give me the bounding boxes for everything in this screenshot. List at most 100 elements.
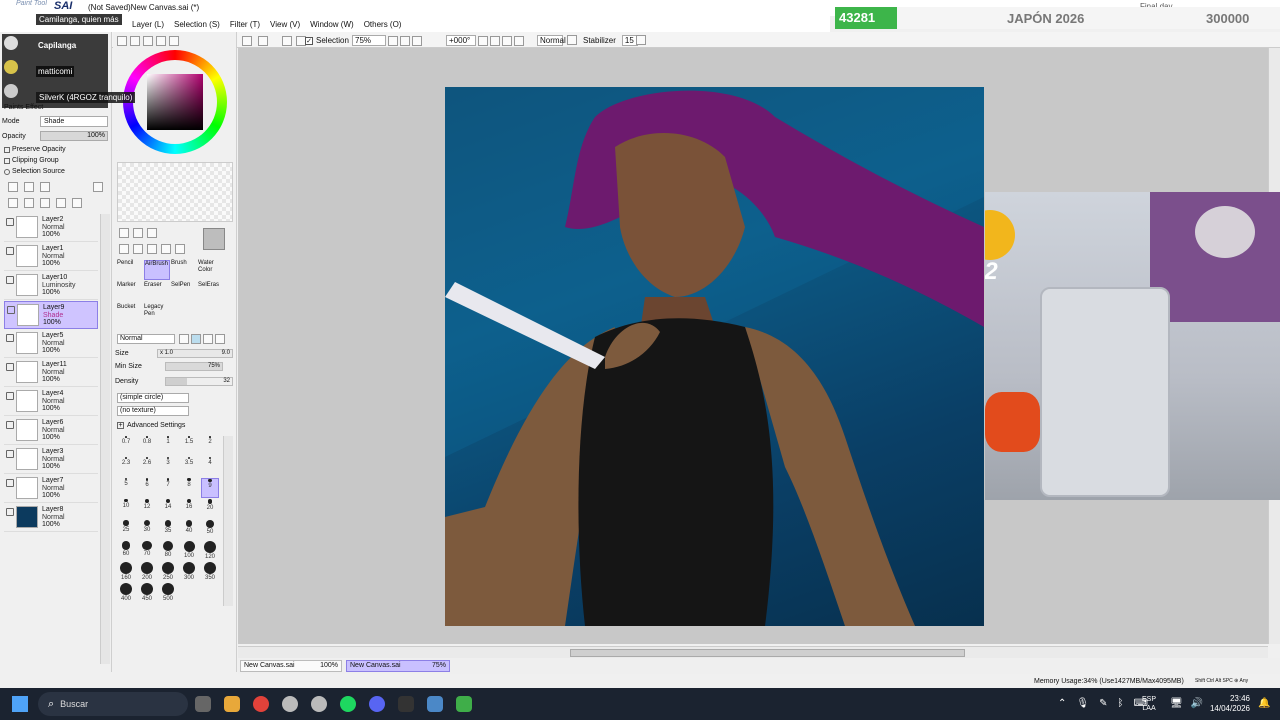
tab-canvas-1[interactable]: New Canvas.sai 100% [240,660,342,672]
menu-view[interactable]: View (V) [270,20,300,29]
tool-button[interactable]: Brush [171,260,197,280]
delete-layer-icon[interactable] [72,198,82,208]
brush-size-cell[interactable]: 100 [180,541,198,561]
invert-button[interactable] [242,35,252,46]
brush-size-cell[interactable]: 10 [117,499,135,519]
brush-size-cell[interactable]: 4 [201,457,219,477]
eye-icon[interactable] [7,306,15,314]
tool-button[interactable]: SelEras [198,282,224,302]
selection-source-checkbox[interactable]: Selection Source [4,168,65,175]
brush-blend-select[interactable]: Normal [117,334,175,344]
hand-icon[interactable] [161,244,171,254]
discord-icon[interactable] [369,696,385,712]
brush-size-cell[interactable]: 16 [180,499,198,519]
brush-size-cell[interactable]: 6 [138,478,156,498]
min-size-slider[interactable]: 75% [165,362,223,371]
primary-color-swatch[interactable] [203,228,225,250]
view-mode-select[interactable]: Normal [537,35,566,46]
brush-size-cell[interactable]: 5 [117,478,135,498]
layer-scrollbar[interactable] [100,214,110,664]
brush-size-cell[interactable]: 2.6 [138,457,156,477]
brush-size-cell[interactable]: 350 [201,562,219,582]
rotate-right-button[interactable] [490,35,500,46]
rect-select-icon[interactable] [119,228,129,238]
layer-row[interactable]: Layer6 Normal 100% [4,417,98,445]
brush-size-cell[interactable]: 300 [180,562,198,582]
network-icon[interactable]: 🖥 [1170,698,1183,709]
brush-size-cell[interactable]: 50 [201,520,219,540]
shape-soft-icon[interactable] [191,334,201,344]
gear-icon[interactable] [311,696,327,712]
tool-button[interactable]: Marker [117,282,143,302]
hue-wheel[interactable] [123,50,227,154]
horizontal-scroll-thumb[interactable] [570,649,965,657]
menu-layer[interactable]: Layer (L) [132,20,164,29]
eye-icon[interactable] [6,479,14,487]
rotate-reset-button[interactable] [502,35,512,46]
tool-button[interactable]: Eraser [144,282,170,302]
opacity-slider[interactable]: 100% [40,131,108,141]
apply-mask-icon[interactable] [40,198,50,208]
brush-texture-select[interactable]: (no texture) [117,406,189,416]
app-icon[interactable] [195,696,211,712]
eye-icon[interactable] [6,218,14,226]
eye-icon[interactable] [6,421,14,429]
menu-window[interactable]: Window (W) [310,20,354,29]
size-slider[interactable]: x 1.0 9.0 [157,349,233,358]
checkbox-icon[interactable]: ✓ [305,36,313,45]
shape-hard-icon[interactable] [179,334,189,344]
zoom-in-button[interactable] [400,35,410,46]
color-wheel-icon[interactable] [117,36,127,46]
sai-icon[interactable] [456,696,472,712]
rotate-icon[interactable] [147,244,157,254]
brush-size-cell[interactable]: 120 [201,541,219,561]
selection-toggle[interactable]: ✓ Selection [305,35,349,46]
app-icon[interactable] [427,696,443,712]
pen-icon[interactable]: ✎ [1099,698,1107,709]
layer-row[interactable]: Layer1 Normal 100% [4,243,98,271]
brush-size-cell[interactable]: 25 [117,520,135,540]
lasso-icon[interactable] [133,228,143,238]
tool-button[interactable]: AirBrush [144,260,170,280]
tool-button[interactable]: Legacy Pen [144,304,170,324]
hsv-slider-icon[interactable] [143,36,153,46]
brush-shape-select[interactable]: (simple circle) [117,393,189,403]
tool-button[interactable]: Water Color [198,260,224,280]
notification-icon[interactable]: 🔔 [1258,698,1270,709]
windows-start-icon[interactable] [12,696,28,712]
layer-row[interactable]: Layer10 Luminosity 100% [4,272,98,300]
brush-size-cell[interactable]: 2 [201,436,219,456]
brush-size-cell[interactable]: 450 [138,583,156,603]
eye-icon[interactable] [6,508,14,516]
brush-size-cell[interactable]: 3 [159,457,177,477]
layer-row[interactable]: Layer7 Normal 100% [4,475,98,503]
zoom-select[interactable]: 75% [352,35,386,46]
eye-icon[interactable] [6,276,14,284]
layer-options-icon[interactable] [93,182,103,192]
eye-icon[interactable] [6,450,14,458]
brush-size-cell[interactable]: 80 [159,541,177,561]
brush-size-cell[interactable]: 30 [138,520,156,540]
menu-selection[interactable]: Selection (S) [174,20,220,29]
brush-size-cell[interactable]: 0.7 [117,436,135,456]
move-icon[interactable] [119,244,129,254]
advanced-settings-toggle[interactable]: + Advanced Settings [117,422,185,429]
swatches-icon[interactable] [156,36,166,46]
rotation-select[interactable]: +000° [446,35,476,46]
sv-square[interactable] [147,74,203,130]
view-mode-dropdown[interactable] [567,35,577,45]
zoom-out-button[interactable] [388,35,398,46]
brush-size-cell[interactable]: 1.5 [180,436,198,456]
copy-layer-icon[interactable] [8,198,18,208]
flip-button[interactable] [514,35,524,46]
layer-row[interactable]: Layer8 Normal 100% [4,504,98,532]
horizontal-scrollbar[interactable] [238,646,1268,658]
magic-wand-icon[interactable] [147,228,157,238]
obs-icon[interactable] [398,696,414,712]
brush-size-cell[interactable]: 400 [117,583,135,603]
brush-size-cell[interactable]: 1 [159,436,177,456]
brush-size-cell[interactable]: 8 [180,478,198,498]
clock[interactable]: 23:46 14/04/2026 [1202,694,1250,714]
crop-button[interactable] [282,35,292,46]
brush-size-cell[interactable]: 2.3 [117,457,135,477]
